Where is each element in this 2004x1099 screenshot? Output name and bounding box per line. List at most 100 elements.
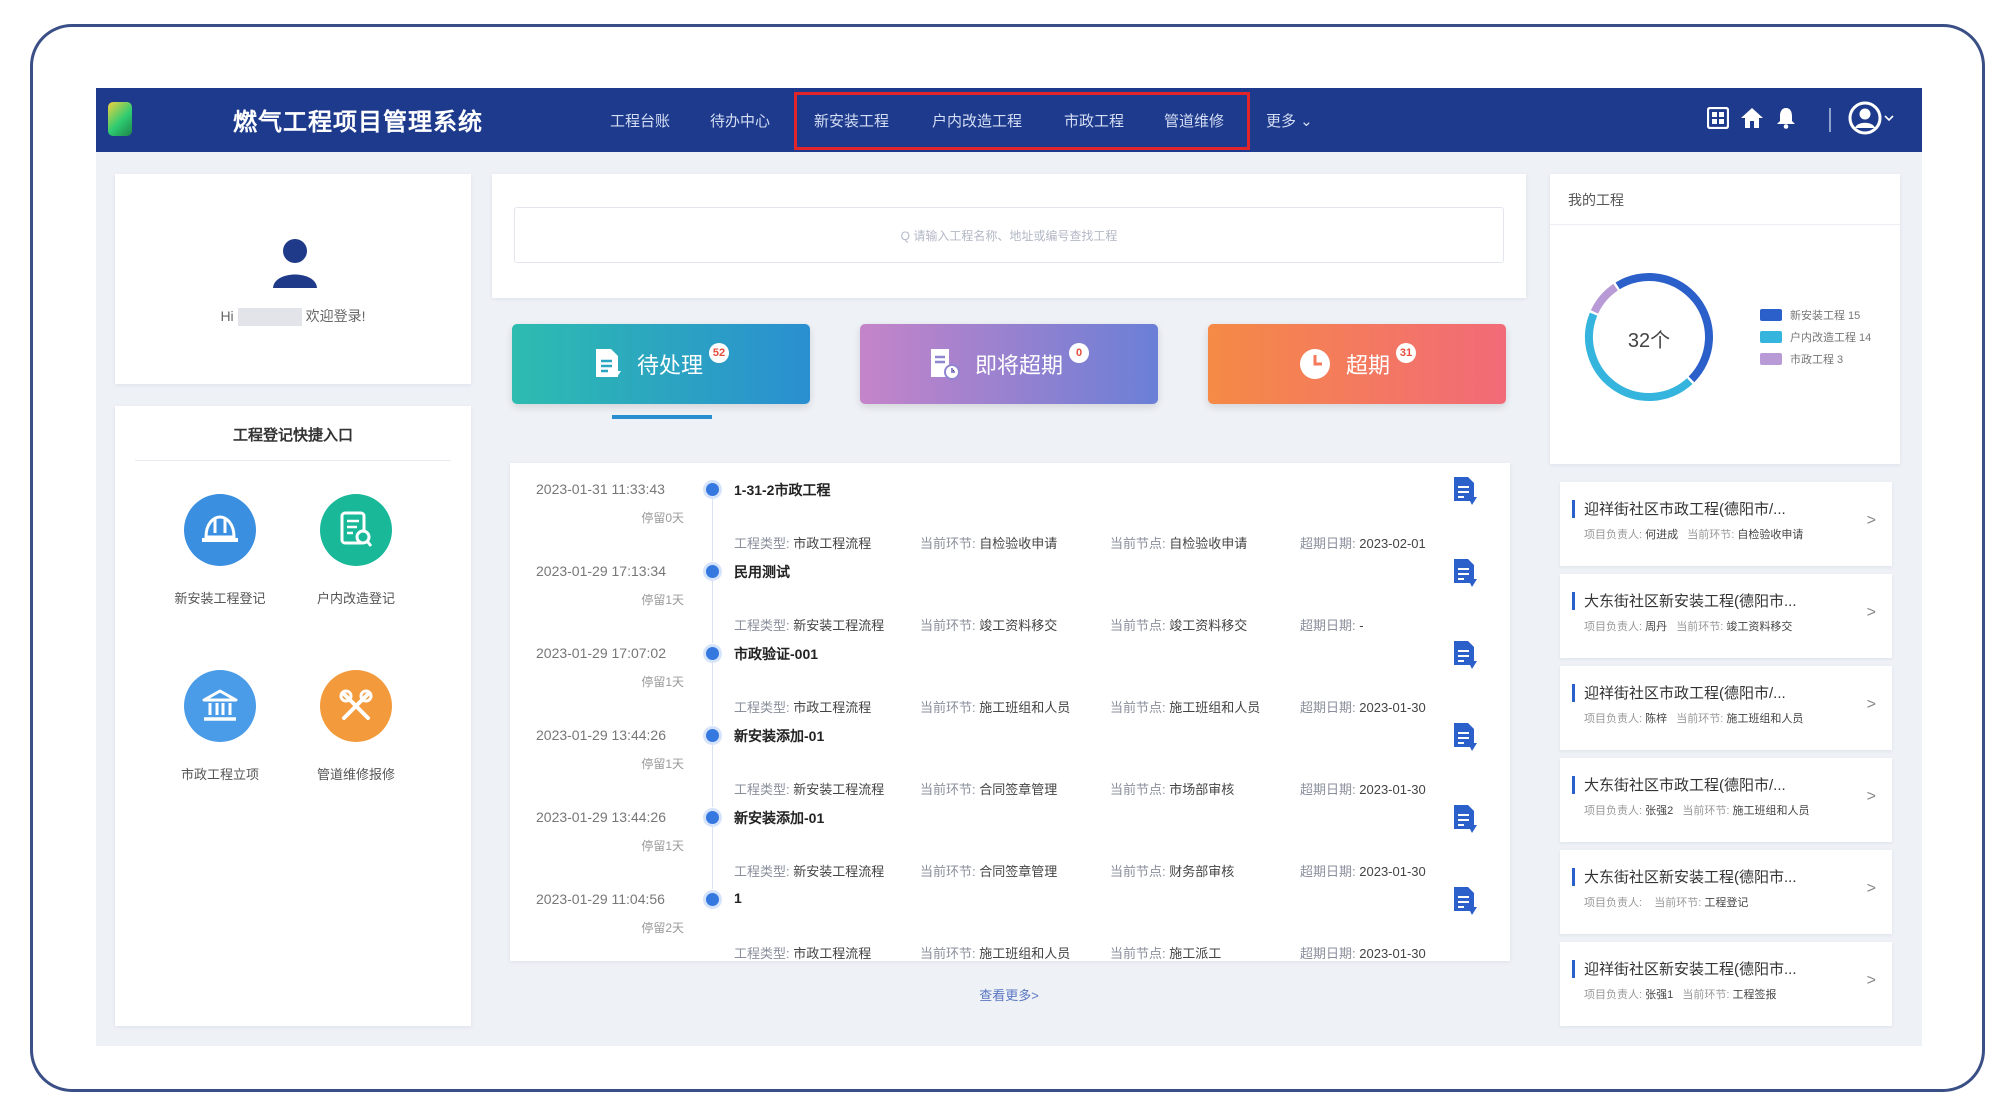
welcome-text: Hi 欢迎登录! <box>115 306 471 327</box>
user-avatar-icon[interactable] <box>1848 101 1882 135</box>
label: 项目负责人: <box>1584 897 1643 909</box>
nav-more[interactable]: 更多 ⌄ <box>1266 110 1313 131</box>
chevron-right-icon: > <box>1866 880 1876 897</box>
document-edit-icon[interactable] <box>1452 885 1478 917</box>
document-edit-icon[interactable] <box>1452 475 1478 507</box>
welcome-message: 欢迎登录! <box>305 308 366 324</box>
value: 合同签章管理 <box>979 782 1058 797</box>
value: 工程登记 <box>1704 897 1749 909</box>
label: 当前环节: <box>920 946 976 961</box>
task-type: 工程类型: 新安装工程流程 <box>734 861 884 880</box>
label: 当前环节: <box>1682 989 1730 1001</box>
quick-new-install[interactable]: 新安装工程登记 <box>145 494 295 607</box>
task-name: 新安装添加-01 <box>734 810 825 826</box>
label: 当前环节: <box>1687 529 1735 541</box>
quick-entry-card: 工程登记快捷入口 新安装工程登记 户内改造登记 市政工程立项 管道维修报修 <box>115 406 471 1026</box>
label: 当前环节: <box>1676 713 1724 725</box>
chevron-right-icon: > <box>1866 696 1876 713</box>
active-tab-indicator <box>612 415 712 419</box>
user-card: Hi 欢迎登录! <box>115 174 471 384</box>
tab-pending[interactable]: 待处理 52 <box>512 324 810 404</box>
legend-new-install: 新安装工程 15 <box>1760 304 1871 326</box>
task-row[interactable]: 2023-01-29 13:44:26 停留1天 新安装添加-01 工程类型: … <box>510 717 1510 807</box>
project-title: 迎祥街社区新安装工程(德阳市... <box>1584 961 1797 978</box>
value: 施工班组和人员 <box>979 700 1071 715</box>
label: 当前环节: <box>1682 805 1730 817</box>
task-row[interactable]: 2023-01-29 17:13:34 停留1天 民用测试 工程类型: 新安装工… <box>510 553 1510 643</box>
task-step: 当前环节: 竣工资料移交 <box>920 615 1057 634</box>
project-item[interactable]: 大东街社区新安装工程(德阳市... 项目负责人: 周丹 当前环节: 竣工资料移交… <box>1560 574 1892 658</box>
chart-legend: 新安装工程 15 户内改造工程 14 市政工程 3 <box>1760 304 1871 370</box>
bell-icon[interactable] <box>1772 104 1800 132</box>
task-node: 当前节点: 施工派工 <box>1110 943 1221 961</box>
value: 新安装工程流程 <box>793 864 885 879</box>
task-step: 当前环节: 施工班组和人员 <box>920 697 1070 716</box>
task-row[interactable]: 2023-01-31 11:33:43 停留0天 1-31-2市政工程 工程类型… <box>510 471 1510 561</box>
task-deadline: 超期日期: 2023-01-30 <box>1300 943 1426 961</box>
task-deadline: 超期日期: 2023-02-01 <box>1300 533 1426 552</box>
project-item[interactable]: 迎祥街社区新安装工程(德阳市... 项目负责人: 张强1 当前环节: 工程签报 … <box>1560 942 1892 1026</box>
document-edit-icon[interactable] <box>1452 557 1478 589</box>
project-item[interactable]: 迎祥街社区市政工程(德阳市/... 项目负责人: 陈梓 当前环节: 施工班组和人… <box>1560 666 1892 750</box>
label: 超期日期: <box>1300 700 1356 715</box>
timeline-dot <box>706 729 719 742</box>
chevron-right-icon: > <box>1866 512 1876 529</box>
legend-swatch <box>1760 309 1782 321</box>
task-node: 当前节点: 财务部审核 <box>1110 861 1234 880</box>
quick-municipal[interactable]: 市政工程立项 <box>145 670 295 783</box>
task-step: 当前环节: 合同签章管理 <box>920 779 1057 798</box>
task-row[interactable]: 2023-01-29 17:07:02 停留1天 市政验证-001 工程类型: … <box>510 635 1510 725</box>
document-edit-icon[interactable] <box>1452 803 1478 835</box>
label: 工程类型: <box>734 618 790 633</box>
value: 施工班组和人员 <box>1726 713 1804 725</box>
nav-todo-center[interactable]: 待办中心 <box>710 110 770 131</box>
value: 施工班组和人员 <box>1732 805 1810 817</box>
document-edit-icon[interactable] <box>1452 639 1478 671</box>
nav-ledger[interactable]: 工程台账 <box>610 110 670 131</box>
project-item[interactable]: 大东街社区市政工程(德阳市/... 项目负责人: 张强2 当前环节: 施工班组和… <box>1560 758 1892 842</box>
value: 2023-02-01 <box>1359 536 1426 551</box>
task-row[interactable]: 2023-01-29 13:44:26 停留1天 新安装添加-01 工程类型: … <box>510 799 1510 889</box>
tab-overdue[interactable]: 超期 31 <box>1208 324 1506 404</box>
document-icon <box>595 349 621 377</box>
quick-indoor-renovation[interactable]: 户内改造登记 <box>281 494 431 607</box>
accent-bar <box>1572 868 1575 886</box>
value: 张强1 <box>1645 989 1674 1001</box>
task-name: 1 <box>734 890 742 906</box>
task-datetime: 2023-01-29 13:44:26 <box>536 727 666 743</box>
task-node: 当前节点: 施工班组和人员 <box>1110 697 1260 716</box>
document-edit-icon[interactable] <box>1452 721 1478 753</box>
task-type: 工程类型: 新安装工程流程 <box>734 779 884 798</box>
home-icon[interactable] <box>1738 104 1766 132</box>
accent-bar <box>1572 776 1575 794</box>
value: 合同签章管理 <box>979 864 1058 879</box>
task-type: 工程类型: 市政工程流程 <box>734 697 871 716</box>
nav-highlight-box <box>794 92 1250 150</box>
timeline-line <box>712 827 713 889</box>
task-type: 工程类型: 新安装工程流程 <box>734 615 884 634</box>
legend-swatch <box>1760 353 1782 365</box>
project-item[interactable]: 迎祥街社区市政工程(德阳市/... 项目负责人: 何进成 当前环节: 自检验收申… <box>1560 482 1892 566</box>
quick-pipeline-repair[interactable]: 管道维修报修 <box>281 670 431 783</box>
project-list: 迎祥街社区市政工程(德阳市/... 项目负责人: 何进成 当前环节: 自检验收申… <box>1550 476 1900 1036</box>
grid-icon[interactable] <box>1704 104 1732 132</box>
tab-near-overdue[interactable]: 即将超期 0 <box>860 324 1158 404</box>
search-card: Q 请输入工程名称、地址或编号查找工程 <box>492 174 1526 298</box>
accent-bar <box>1572 500 1575 518</box>
label: 工程类型: <box>734 864 790 879</box>
value: 周丹 <box>1645 621 1668 633</box>
value: 财务部审核 <box>1169 864 1235 879</box>
task-deadline: 超期日期: 2023-01-30 <box>1300 779 1426 798</box>
project-title: 迎祥街社区市政工程(德阳市/... <box>1584 501 1786 518</box>
view-more-link[interactable]: 查看更多> <box>492 985 1526 1004</box>
project-item[interactable]: 大东街社区新安装工程(德阳市... 项目负责人: 当前环节: 工程登记 > <box>1560 850 1892 934</box>
task-row[interactable]: 2023-01-29 11:04:56 停留2天 1 工程类型: 市政工程流程 … <box>510 881 1510 961</box>
greeting: Hi <box>220 308 234 324</box>
value: 市政工程流程 <box>793 536 872 551</box>
project-title: 大东街社区新安装工程(德阳市... <box>1584 593 1797 610</box>
label: 当前环节: <box>1654 897 1702 909</box>
label: 当前节点: <box>1110 618 1166 633</box>
search-input[interactable]: Q 请输入工程名称、地址或编号查找工程 <box>514 207 1504 263</box>
chevron-down-icon[interactable] <box>1882 104 1896 132</box>
label: 项目负责人: <box>1584 529 1643 541</box>
